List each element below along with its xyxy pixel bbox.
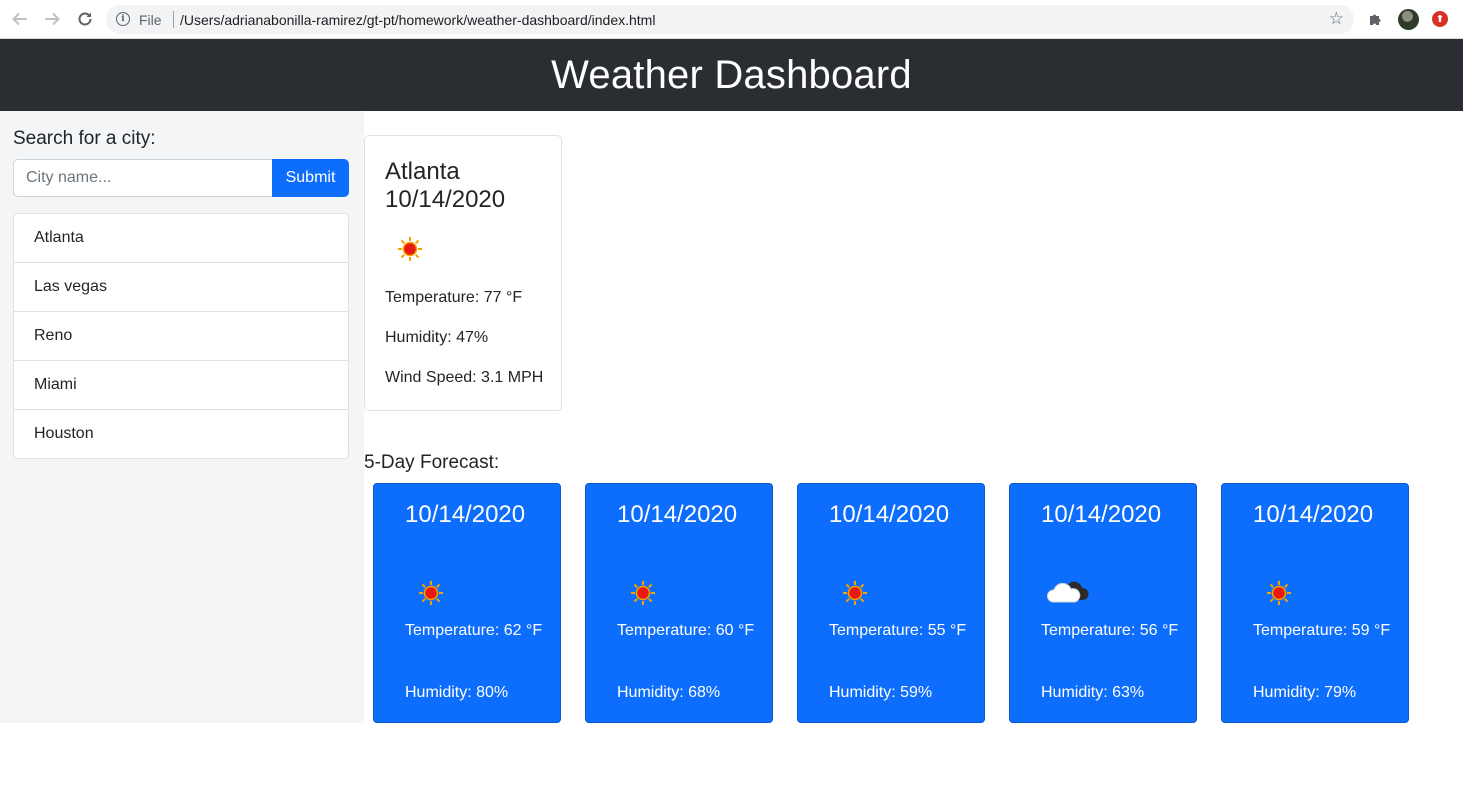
- back-arrow-icon[interactable]: [9, 8, 31, 30]
- forecast-date: 10/14/2020: [829, 501, 950, 528]
- sun-icon: [630, 580, 656, 606]
- forecast-card: 10/14/2020 Temperature: 59 °F Humidity: …: [1221, 483, 1409, 723]
- forecast-humidity: Humidity: 80%: [405, 684, 509, 701]
- sun-icon: [842, 580, 868, 606]
- page-title: Weather Dashboard: [551, 52, 912, 97]
- search-history-list: Atlanta Las vegas Reno Miami Houston: [13, 213, 349, 459]
- sidebar: Search for a city: Submit Atlanta Las ve…: [0, 111, 364, 723]
- avatar[interactable]: [1398, 9, 1419, 30]
- forecast-date: 10/14/2020: [405, 501, 526, 528]
- app-header: Weather Dashboard: [0, 39, 1463, 111]
- forecast-temperature: Temperature: 59 °F: [1253, 622, 1391, 639]
- forecast-card: 10/14/2020 Temperature: 55 °F Humidity: …: [797, 483, 985, 723]
- forecast-card: 10/14/2020 Temperature: 62 °F Humidity: …: [373, 483, 561, 723]
- city-item-las-vegas[interactable]: Las vegas: [14, 263, 348, 312]
- submit-button[interactable]: Submit: [272, 159, 349, 197]
- forward-arrow-icon[interactable]: [41, 8, 63, 30]
- forecast-humidity: Humidity: 59%: [829, 684, 933, 701]
- current-weather-card: Atlanta 10/14/2020 Temperature: 77 °F Hu…: [364, 135, 562, 411]
- forecast-date: 10/14/2020: [1041, 501, 1162, 528]
- forecast-card: 10/14/2020 Temperature: 56 °F Humidity: …: [1009, 483, 1197, 723]
- forecast-temperature: Temperature: 62 °F: [405, 622, 543, 639]
- address-bar[interactable]: i File /Users/adrianabonilla-ramirez/gt-…: [106, 5, 1354, 34]
- city-item-houston[interactable]: Houston: [14, 410, 348, 458]
- forecast-temperature: Temperature: 60 °F: [617, 622, 755, 639]
- update-icon[interactable]: ⬆: [1432, 11, 1448, 27]
- forecast-temperature: Temperature: 55 °F: [829, 622, 967, 639]
- forecast-humidity: Humidity: 68%: [617, 684, 721, 701]
- city-item-miami[interactable]: Miami: [14, 361, 348, 410]
- current-wind-speed: Wind Speed: 3.1 MPH: [385, 369, 544, 386]
- puzzle-icon[interactable]: [1367, 10, 1385, 28]
- sun-icon: [1266, 580, 1292, 606]
- url-text[interactable]: /Users/adrianabonilla-ramirez/gt-pt/home…: [180, 12, 655, 28]
- sun-icon: [397, 236, 423, 262]
- scheme-label: File: [139, 12, 162, 28]
- city-item-reno[interactable]: Reno: [14, 312, 348, 361]
- star-icon[interactable]: ☆: [1329, 9, 1344, 29]
- sun-icon: [418, 580, 444, 606]
- current-temperature: Temperature: 77 °F: [385, 289, 523, 306]
- reload-icon[interactable]: [74, 8, 96, 30]
- forecast-title: 5-Day Forecast:: [364, 452, 500, 473]
- browser-toolbar: i File /Users/adrianabonilla-ramirez/gt-…: [0, 0, 1463, 39]
- forecast-humidity: Humidity: 79%: [1253, 684, 1357, 701]
- current-humidity: Humidity: 47%: [385, 329, 489, 346]
- forecast-card: 10/14/2020 Temperature: 60 °F Humidity: …: [585, 483, 773, 723]
- forecast-humidity: Humidity: 63%: [1041, 684, 1145, 701]
- cloud-icon: [1045, 580, 1091, 606]
- search-input[interactable]: [13, 159, 273, 197]
- forecast-temperature: Temperature: 56 °F: [1041, 622, 1179, 639]
- address-divider: [173, 11, 174, 28]
- info-icon[interactable]: i: [116, 12, 130, 26]
- city-item-atlanta[interactable]: Atlanta: [14, 214, 348, 263]
- search-label: Search for a city:: [13, 128, 156, 149]
- forecast-date: 10/14/2020: [617, 501, 738, 528]
- forecast-date: 10/14/2020: [1253, 501, 1374, 528]
- current-city-date: Atlanta 10/14/2020: [385, 158, 506, 213]
